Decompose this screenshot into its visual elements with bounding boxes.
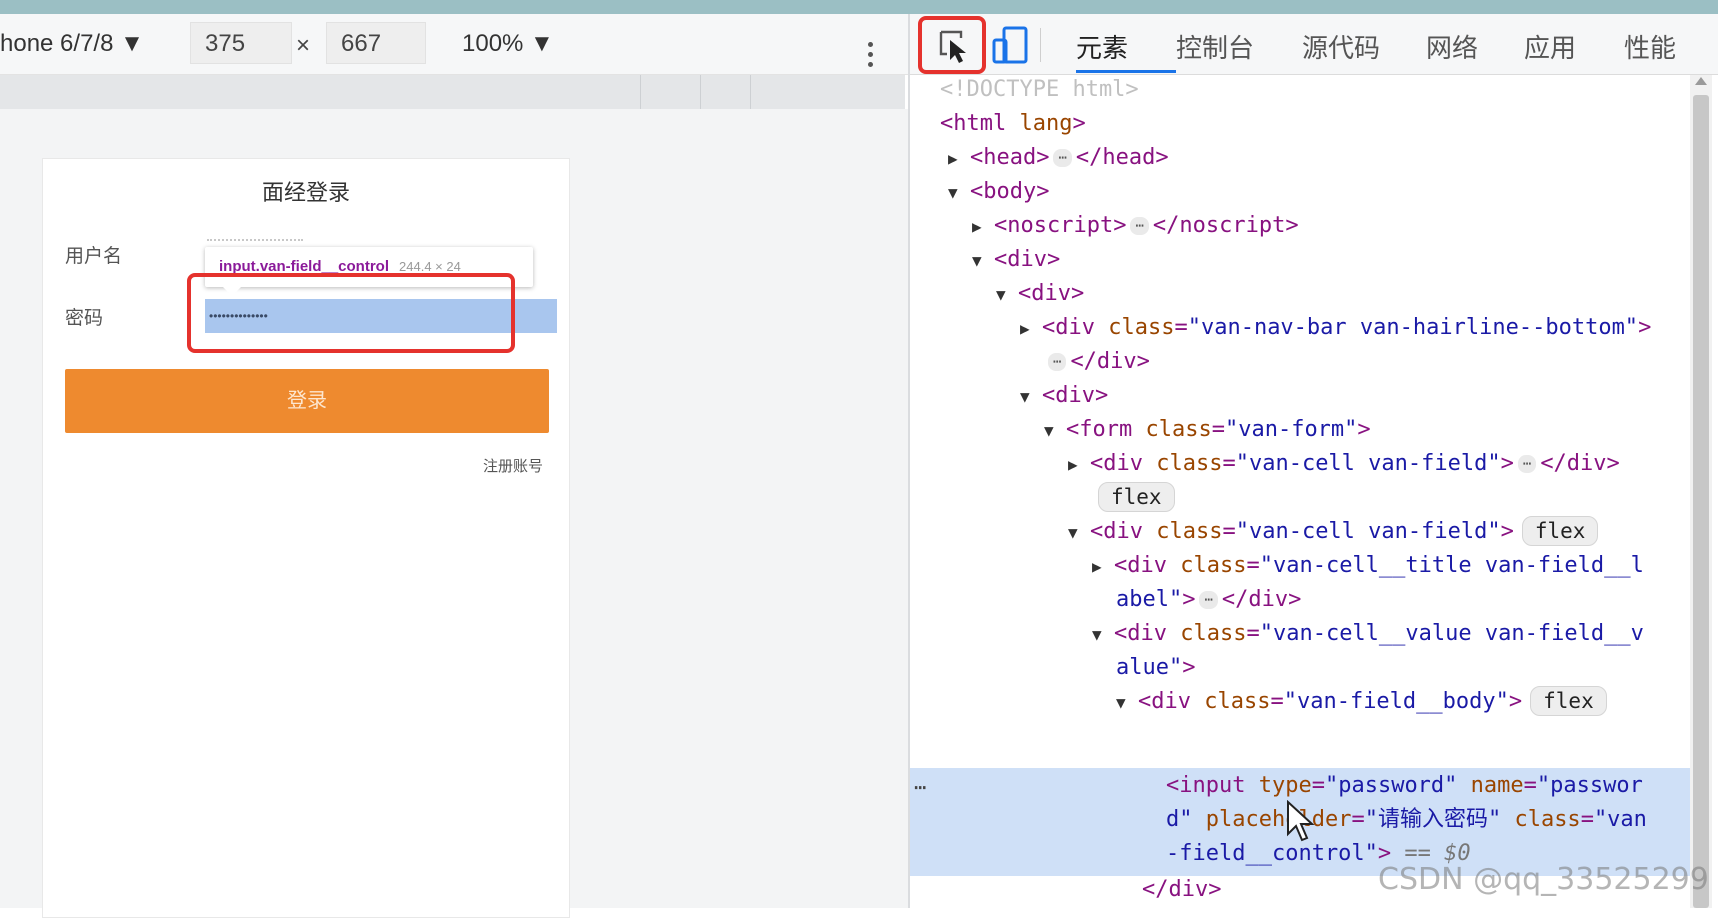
dom-line-field-body[interactable]: ▼ <div class="van-field__body"> flex bbox=[1116, 685, 1607, 720]
dom-line-input-selected[interactable]: <input type="password" name="passwor bbox=[1166, 769, 1643, 803]
dom-line-noscript[interactable]: ▶ <noscript> ⋯ </noscript> bbox=[972, 209, 1299, 244]
active-tab-indicator bbox=[1076, 70, 1176, 73]
dom-line-html[interactable]: <html lang> bbox=[940, 107, 1086, 141]
dom-tree: ⋯ <!DOCTYPE html> <html lang> ▶ <head> ⋯ </… bbox=[910, 75, 1690, 908]
watermark: CSDN @qq_33525299 bbox=[1378, 862, 1709, 897]
zoom-selector[interactable]: 100% ▼ bbox=[462, 30, 554, 58]
expanded-triangle-icon[interactable]: ▼ bbox=[948, 176, 970, 210]
media-query-ruler bbox=[0, 75, 905, 109]
collapsed-triangle-icon[interactable]: ▶ bbox=[948, 142, 970, 176]
device-selector[interactable]: hone 6/7/8 ▼ bbox=[0, 30, 144, 58]
more-options-icon[interactable] bbox=[862, 42, 878, 76]
device-toolbar: hone 6/7/8 ▼ 375 × 667 100% ▼ bbox=[0, 14, 910, 75]
dom-line-body[interactable]: ▼ <body> bbox=[948, 175, 1049, 210]
expanded-triangle-icon[interactable]: ▼ bbox=[1020, 380, 1042, 414]
login-button[interactable]: 登录 bbox=[65, 369, 549, 433]
expanded-triangle-icon[interactable]: ▼ bbox=[996, 278, 1018, 312]
username-label: 用户名 bbox=[65, 246, 123, 267]
dom-line-form[interactable]: ▼ <form class="van-form"> bbox=[1044, 413, 1371, 448]
node-actions-icon[interactable]: ⋯ bbox=[914, 775, 926, 799]
viewport-height-input[interactable]: 667 bbox=[326, 22, 426, 64]
dom-line-field-label-cont[interactable]: abel"> ⋯ </div> bbox=[1116, 583, 1301, 617]
phone-screen: 面经登录 用户名 密码 •••••••••••••• input.van-fie… bbox=[42, 158, 570, 918]
collapsed-triangle-icon[interactable]: ▶ bbox=[1068, 448, 1090, 482]
tooltip-element-size: 244.4 × 24 bbox=[399, 259, 461, 274]
password-label: 密码 bbox=[65, 308, 104, 329]
device-toggle-button[interactable] bbox=[986, 24, 1036, 68]
flex-badge[interactable]: flex bbox=[1521, 516, 1599, 546]
inspect-highlight-box bbox=[918, 16, 986, 74]
dom-line-div-app[interactable]: ▼ <div> bbox=[972, 243, 1060, 278]
tab-elements[interactable]: 元素 bbox=[1076, 28, 1128, 65]
dom-line-input-cont-1[interactable]: d" placeholder="请输入密码" class="van bbox=[1166, 803, 1647, 837]
page-title: 面经登录 bbox=[261, 180, 350, 205]
dom-line-nav-bar[interactable]: ▶ <div class="van-nav-bar van-hairline--b… bbox=[1020, 311, 1651, 346]
collapsed-triangle-icon[interactable]: ▶ bbox=[972, 210, 994, 244]
viewport-width-input[interactable]: 375 bbox=[190, 22, 292, 64]
tab-sources[interactable]: 源代码 bbox=[1302, 28, 1380, 65]
dom-line-field-1[interactable]: ▶ <div class="van-cell van-field"> ⋯ </div> bbox=[1068, 447, 1620, 482]
mouse-cursor-icon bbox=[1287, 800, 1315, 842]
collapsed-triangle-icon[interactable]: ▶ bbox=[1092, 550, 1114, 584]
tab-network[interactable]: 网络 bbox=[1426, 28, 1478, 65]
dom-line-nav-bar-close[interactable]: ⋯ </div> bbox=[1044, 345, 1150, 379]
dom-line-field-label[interactable]: ▶ <div class="van-cell__title van-field__… bbox=[1092, 549, 1644, 584]
dom-line-div-content[interactable]: ▼ <div> bbox=[1020, 379, 1108, 414]
dom-line-field-1-flex[interactable]: flex bbox=[1090, 481, 1175, 515]
password-highlight-box bbox=[187, 273, 515, 353]
username-field[interactable] bbox=[207, 239, 303, 245]
window-top-strip bbox=[0, 0, 1718, 14]
tab-performance[interactable]: 性能 bbox=[1624, 28, 1676, 65]
dom-line-field-2[interactable]: ▼ <div class="van-cell van-field"> flex bbox=[1068, 515, 1599, 550]
expanded-triangle-icon[interactable]: ▼ bbox=[1068, 516, 1090, 550]
dom-line-div-inner[interactable]: ▼ <div> bbox=[996, 277, 1084, 312]
scroll-thumb[interactable] bbox=[1693, 95, 1709, 908]
device-toolbar-icon bbox=[992, 26, 1028, 64]
register-link[interactable]: 注册账号 bbox=[483, 455, 543, 476]
expanded-triangle-icon[interactable]: ▼ bbox=[1044, 414, 1066, 448]
collapsed-triangle-icon[interactable]: ▶ bbox=[1020, 312, 1042, 346]
flex-badge[interactable]: flex bbox=[1530, 686, 1607, 716]
dom-line-doctype[interactable]: <!DOCTYPE html> bbox=[940, 75, 1139, 107]
flex-badge[interactable]: flex bbox=[1098, 482, 1175, 512]
emulated-viewport: 面经登录 用户名 密码 •••••••••••••• input.van-fie… bbox=[0, 109, 908, 918]
tab-console[interactable]: 控制台 bbox=[1176, 28, 1254, 65]
dimension-separator: × bbox=[296, 32, 311, 59]
expanded-triangle-icon[interactable]: ▼ bbox=[1092, 618, 1114, 652]
dom-line-close-div[interactable]: </div> bbox=[1142, 873, 1221, 907]
scroll-up-icon[interactable] bbox=[1695, 77, 1707, 85]
dom-line-head[interactable]: ▶ <head> ⋯ </head> bbox=[948, 141, 1169, 176]
expanded-triangle-icon[interactable]: ▼ bbox=[1116, 686, 1138, 720]
toolbar-separator bbox=[1040, 28, 1041, 62]
dom-line-field-value-cont[interactable]: alue"> bbox=[1116, 651, 1195, 685]
dom-line-field-value[interactable]: ▼ <div class="van-cell__value van-field__… bbox=[1092, 617, 1644, 652]
expanded-triangle-icon[interactable]: ▼ bbox=[972, 244, 994, 278]
devtools-toolbar: 元素 控制台 源代码 网络 应用 性能 bbox=[910, 14, 1718, 75]
tab-application[interactable]: 应用 bbox=[1524, 28, 1576, 65]
dom-scrollbar[interactable] bbox=[1690, 75, 1712, 908]
